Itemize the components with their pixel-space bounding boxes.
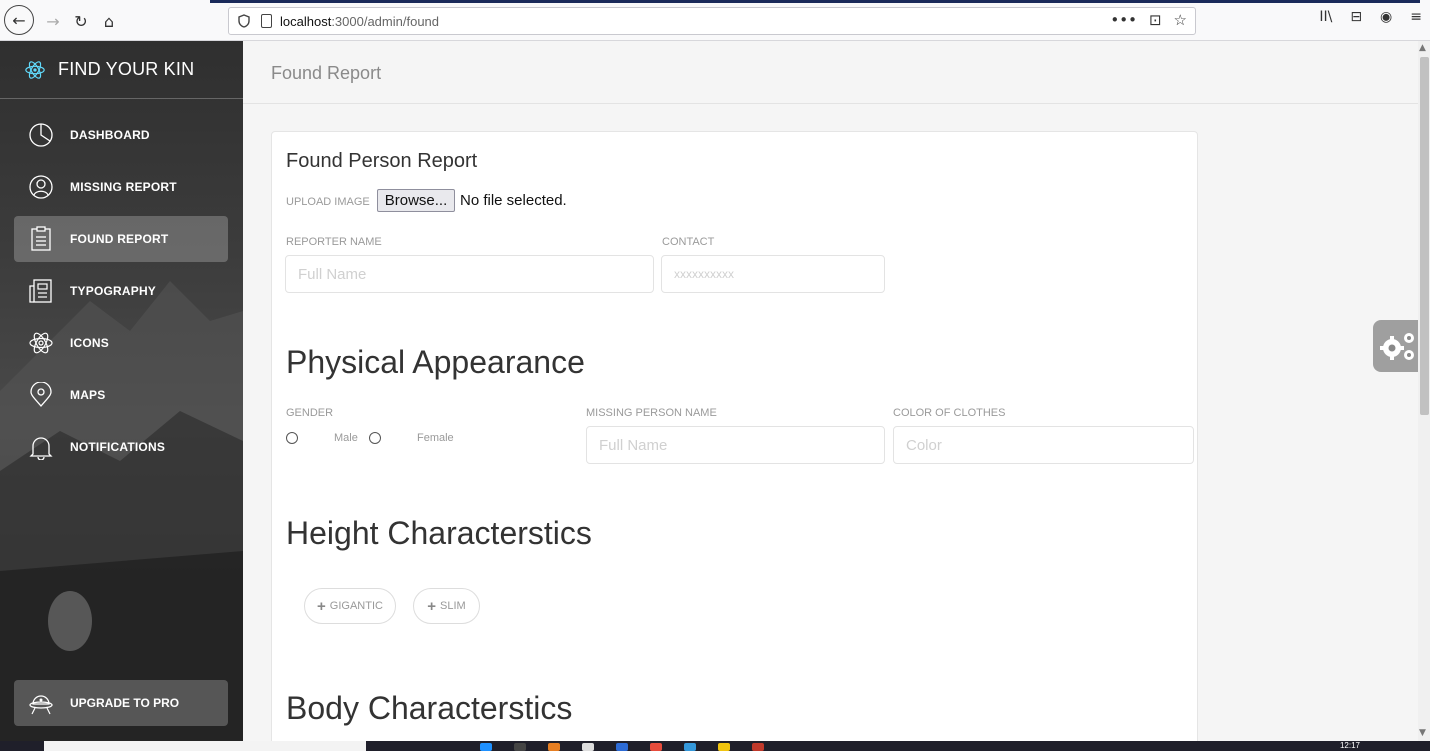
brand-title: FIND YOUR KIN xyxy=(58,59,195,79)
taskbar-app-icon[interactable] xyxy=(718,743,730,751)
contact-input[interactable]: xxxxxxxxxx xyxy=(661,255,885,293)
clothes-color-input[interactable]: Color xyxy=(893,426,1194,464)
plus-icon: + xyxy=(427,597,437,615)
taskbar-app-icon[interactable] xyxy=(752,743,764,751)
url-path: :3000/admin/found xyxy=(331,13,440,29)
reload-button[interactable]: ↻ xyxy=(68,8,94,34)
bookmark-star-icon[interactable]: ☆ xyxy=(1174,11,1187,29)
shield-icon[interactable] xyxy=(237,13,251,29)
slim-tag-label: SLIM xyxy=(440,600,466,612)
scrollbar-thumb[interactable] xyxy=(1420,57,1429,415)
home-button[interactable]: ⌂ xyxy=(96,8,122,34)
tab-strip-edge xyxy=(210,0,1420,3)
taskbar-apps xyxy=(480,743,764,751)
taskbar-app-icon[interactable] xyxy=(480,743,492,751)
physical-appearance-heading: Physical Appearance xyxy=(286,344,585,380)
pocket-icon[interactable]: ⊡ xyxy=(1149,11,1162,29)
taskbar-app-icon[interactable] xyxy=(684,743,696,751)
sidebar-item-label: FOUND REPORT xyxy=(70,232,169,246)
forward-button[interactable]: → xyxy=(40,8,66,34)
account-icon[interactable]: ◉ xyxy=(1380,9,1392,25)
reporter-name-label: REPORTER NAME xyxy=(286,236,382,248)
react-logo-icon xyxy=(25,60,45,79)
upgrade-to-pro-button[interactable]: UPGRADE TO PRO xyxy=(14,680,228,726)
more-actions-icon[interactable]: ••• xyxy=(1110,11,1137,29)
sidebar-item-label: ICONS xyxy=(70,336,110,350)
map-pin-icon xyxy=(28,382,54,408)
gender-label: GENDER xyxy=(286,407,334,419)
sidebar-item-label: MAPS xyxy=(70,388,106,402)
clothes-color-label: COLOR OF CLOTHES xyxy=(893,407,1006,419)
upgrade-label: UPGRADE TO PRO xyxy=(70,696,180,710)
url-host: localhost xyxy=(280,13,332,29)
sidebar-item-maps[interactable]: MAPS xyxy=(14,372,228,418)
gears-icon xyxy=(1380,333,1414,360)
gender-female-label: Female xyxy=(417,432,454,444)
height-characteristics-heading: Height Characterstics xyxy=(286,515,592,551)
reporter-name-placeholder: Full Name xyxy=(298,265,367,283)
sidebar-item-label: DASHBOARD xyxy=(70,128,150,142)
browse-file-button[interactable]: Browse... xyxy=(377,189,455,212)
sidebar: FIND YOUR KIN DASHBOARD MISSING REPORT F… xyxy=(0,41,243,741)
taskbar-app-icon[interactable] xyxy=(548,743,560,751)
os-taskbar: 12:17 xyxy=(0,741,1430,751)
sidebar-item-label: TYPOGRAPHY xyxy=(70,284,157,298)
clipboard-icon xyxy=(28,226,54,252)
clothes-color-placeholder: Color xyxy=(906,436,942,454)
missing-person-name-placeholder: Full Name xyxy=(599,436,668,454)
bell-icon xyxy=(28,434,54,460)
page-icon xyxy=(261,14,272,28)
sidebar-item-label: NOTIFICATIONS xyxy=(70,440,166,454)
sidebar-item-label: MISSING REPORT xyxy=(70,180,177,194)
sidebar-item-found-report[interactable]: FOUND REPORT xyxy=(14,216,228,262)
spaceship-icon xyxy=(28,690,54,716)
body-characteristics-heading: Body Characterstics xyxy=(286,690,573,726)
contact-placeholder: xxxxxxxxxx xyxy=(674,267,734,281)
sidebar-item-dashboard[interactable]: DASHBOARD xyxy=(14,112,228,158)
user-icon xyxy=(28,174,54,200)
pie-chart-icon xyxy=(28,122,54,148)
sidebar-nav: DASHBOARD MISSING REPORT FOUND REPORT TY… xyxy=(0,112,243,470)
slim-tag-button[interactable]: + SLIM xyxy=(413,588,480,624)
gigantic-tag-button[interactable]: + GIGANTIC xyxy=(304,588,396,624)
reporter-name-input[interactable]: Full Name xyxy=(285,255,654,293)
missing-person-name-input[interactable]: Full Name xyxy=(586,426,885,464)
gigantic-tag-label: GIGANTIC xyxy=(329,600,383,612)
settings-gear-widget[interactable] xyxy=(1373,320,1421,372)
page-header: Found Report xyxy=(243,41,1418,104)
gender-male-radio[interactable] xyxy=(286,432,298,444)
taskbar-clock[interactable]: 12:17 xyxy=(1340,741,1360,750)
news-icon xyxy=(28,278,54,304)
sidebar-item-icons[interactable]: ICONS xyxy=(14,320,228,366)
taskbar-search[interactable] xyxy=(44,741,366,751)
menu-icon[interactable]: ≡ xyxy=(1410,9,1422,25)
back-button[interactable]: ← xyxy=(4,5,34,35)
file-status-text: No file selected. xyxy=(460,192,567,209)
taskbar-app-icon[interactable] xyxy=(514,743,526,751)
gender-male-label: Male xyxy=(334,432,358,444)
brand-logo[interactable]: FIND YOUR KIN xyxy=(0,41,243,99)
scroll-up-arrow-icon[interactable]: ▲ xyxy=(1419,43,1426,53)
upload-image-label: UPLOAD IMAGE xyxy=(286,196,370,208)
missing-person-name-label: MISSING PERSON NAME xyxy=(586,407,717,419)
taskbar-app-icon[interactable] xyxy=(650,743,662,751)
gender-female-radio[interactable] xyxy=(369,432,381,444)
contact-label: CONTACT xyxy=(662,236,715,248)
sidebar-item-missing-report[interactable]: MISSING REPORT xyxy=(14,164,228,210)
taskbar-app-icon[interactable] xyxy=(582,743,594,751)
browser-toolbar: ← → ↻ ⌂ localhost:3000/admin/found ••• ⊡… xyxy=(0,0,1430,41)
url-text[interactable]: localhost:3000/admin/found xyxy=(280,14,439,29)
page-title[interactable]: Found Report xyxy=(271,63,381,84)
card-title: Found Person Report xyxy=(286,150,478,172)
taskbar-app-icon[interactable] xyxy=(616,743,628,751)
plus-icon: + xyxy=(317,597,326,615)
atom-icon xyxy=(28,330,54,356)
scroll-down-arrow-icon[interactable]: ▼ xyxy=(1419,728,1426,738)
library-icon[interactable]: II\ xyxy=(1319,9,1332,25)
sidebar-item-notifications[interactable]: NOTIFICATIONS xyxy=(14,424,228,470)
found-report-card: Found Person Report UPLOAD IMAGE Browse.… xyxy=(271,131,1198,751)
sidebar-toggle-icon[interactable]: ⊟ xyxy=(1350,9,1362,25)
address-bar[interactable]: localhost:3000/admin/found ••• ⊡ ☆ xyxy=(228,7,1196,35)
sidebar-item-typography[interactable]: TYPOGRAPHY xyxy=(14,268,228,314)
